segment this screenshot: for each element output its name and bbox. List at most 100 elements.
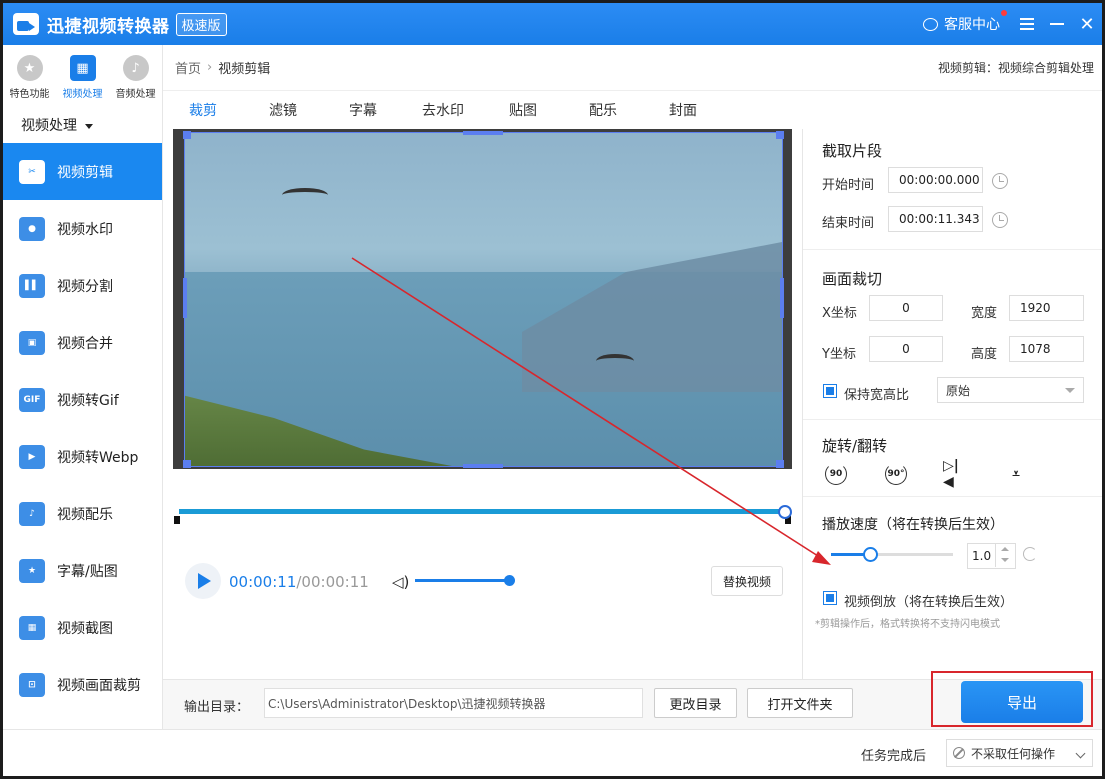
category-video[interactable]: ▦ 视频处理 xyxy=(58,55,108,109)
sidebar-item[interactable]: ▌▌ 视频分割 xyxy=(3,257,162,314)
annotation-highlight-box xyxy=(931,671,1093,727)
flip-horizontal-button[interactable]: ▷|◀ xyxy=(943,458,969,490)
crop-icon: ⊡ xyxy=(19,672,45,697)
timeline-start-marker[interactable] xyxy=(174,516,180,524)
crop-section-title: 画面裁切 xyxy=(822,270,883,288)
crop-handle-left[interactable] xyxy=(183,278,187,318)
sticker-icon: ★ xyxy=(19,558,45,583)
crop-handle-bottom[interactable] xyxy=(463,464,503,468)
sidebar-item-label: 视频转Webp xyxy=(57,449,139,466)
minimize-button[interactable] xyxy=(1042,3,1072,45)
clock-icon[interactable] xyxy=(992,173,1008,189)
crop-handle-top[interactable] xyxy=(463,131,503,135)
time-total: /00:00:11 xyxy=(296,573,369,591)
caret-down-icon xyxy=(1065,388,1075,393)
y-input[interactable]: 0 xyxy=(869,336,943,362)
sidebar-item[interactable]: ▶ 视频转Webp xyxy=(3,428,162,485)
reset-speed-icon[interactable] xyxy=(1023,547,1037,561)
clip-section-title: 截取片段 xyxy=(822,142,883,160)
flip-vertical-button[interactable]: ⩡ xyxy=(1003,462,1029,486)
crop-handle-right[interactable] xyxy=(780,278,784,318)
spin-down-icon[interactable] xyxy=(1001,558,1009,562)
speed-spinner[interactable] xyxy=(995,543,1015,567)
menu-button[interactable] xyxy=(1012,3,1042,45)
sidebar-item[interactable]: ♪ 视频配乐 xyxy=(3,485,162,542)
sidebar-item[interactable]: ▣ 视频合并 xyxy=(3,314,162,371)
sidebar-item[interactable]: GIF 视频转Gif xyxy=(3,371,162,428)
close-button[interactable]: ✕ xyxy=(1072,3,1102,45)
rotate-section-title: 旋转/翻转 xyxy=(822,437,888,455)
screenshot-icon: ▦ xyxy=(19,615,45,640)
volume-slider[interactable] xyxy=(415,579,509,582)
title-bar: 迅捷视频转换器 极速版 客服中心 ✕ xyxy=(3,3,1102,45)
crop-handle-bl[interactable] xyxy=(183,460,191,468)
open-folder-button[interactable]: 打开文件夹 xyxy=(747,688,853,718)
crop-handle-br[interactable] xyxy=(776,460,784,468)
notification-dot xyxy=(1001,10,1007,16)
x-input[interactable]: 0 xyxy=(869,295,943,321)
playhead-knob[interactable] xyxy=(778,505,792,519)
volume-knob[interactable] xyxy=(504,575,515,586)
star-icon: ★ xyxy=(16,55,43,81)
x-label: X坐标 xyxy=(822,306,857,321)
start-time-label: 开始时间 xyxy=(822,178,875,193)
timeline-track[interactable] xyxy=(179,509,789,514)
volume-icon[interactable]: ◁) xyxy=(392,573,409,591)
end-time-input[interactable]: 00:00:11.343 xyxy=(888,206,983,232)
crop-selection-box[interactable] xyxy=(183,131,784,468)
category-audio[interactable]: ♪ 音频处理 xyxy=(111,55,161,109)
speed-slider-knob[interactable] xyxy=(863,547,878,562)
section-divider xyxy=(803,496,1102,497)
editor-tab[interactable]: 贴图 xyxy=(483,100,563,120)
editor-tab[interactable]: 配乐 xyxy=(563,100,643,120)
replace-video-button[interactable]: 替换视频 xyxy=(711,566,783,596)
flip-vertical-icon: ⩡ xyxy=(1012,466,1020,482)
after-task-select[interactable]: 不采取任何操作 xyxy=(946,739,1093,767)
reverse-checkbox[interactable] xyxy=(823,591,837,605)
crop-handle-tr[interactable] xyxy=(776,131,784,139)
width-input[interactable]: 1920 xyxy=(1009,295,1084,321)
clock-icon[interactable] xyxy=(992,212,1008,228)
sidebar-item-label: 视频分割 xyxy=(57,278,113,295)
sidebar-item[interactable]: ▦ 视频截图 xyxy=(3,599,162,656)
crop-handle-tl[interactable] xyxy=(183,131,191,139)
editor-tab[interactable]: 封面 xyxy=(643,100,723,120)
category-featured[interactable]: ★ 特色功能 xyxy=(5,55,55,109)
breadcrumb-home[interactable]: 首页 xyxy=(175,58,201,77)
output-path-field[interactable]: C:\Users\Administrator\Desktop\迅捷视频转换器 xyxy=(264,688,643,718)
sidebar: ★ 特色功能 ▦ 视频处理 ♪ 音频处理 视频处理 ✂ 视频剪辑 ● 视频水印 ▌▌ 视频… xyxy=(3,45,163,729)
watermark-icon: ● xyxy=(19,216,45,241)
sidebar-item[interactable]: ● 视频水印 xyxy=(3,200,162,257)
start-time-input[interactable]: 00:00:00.000 xyxy=(888,167,983,193)
section-divider xyxy=(803,249,1102,250)
ratio-select[interactable]: 原始 xyxy=(937,377,1084,403)
editor-tab[interactable]: 裁剪 xyxy=(163,100,243,120)
dropdown-label: 视频处理 xyxy=(21,118,77,134)
editor-tab[interactable]: 去水印 xyxy=(403,100,483,120)
sidebar-list: ✂ 视频剪辑 ● 视频水印 ▌▌ 视频分割 ▣ 视频合并 GIF 视频转Gif ▶ 视频转Webp ♪ 视… xyxy=(3,143,162,713)
keep-ratio-checkbox[interactable] xyxy=(823,384,837,398)
sidebar-item-label: 视频水印 xyxy=(57,221,113,238)
change-dir-button[interactable]: 更改目录 xyxy=(654,688,737,718)
editor-tab[interactable]: 滤镜 xyxy=(243,100,323,120)
breadcrumb-separator: › xyxy=(207,60,213,75)
sidebar-item[interactable]: ★ 字幕/贴图 xyxy=(3,542,162,599)
sidebar-item[interactable]: ⊡ 视频画面裁剪 xyxy=(3,656,162,713)
rotate-cw-button[interactable]: 90° xyxy=(883,462,909,486)
height-input[interactable]: 1078 xyxy=(1009,336,1084,362)
sidebar-item-label: 视频截图 xyxy=(57,620,113,637)
customer-service-label: 客服中心 xyxy=(944,17,1000,33)
after-task-label: 任务完成后 xyxy=(861,749,927,764)
editor-tab[interactable]: 字幕 xyxy=(323,100,403,120)
play-button[interactable] xyxy=(185,563,221,599)
hamburger-icon xyxy=(1020,18,1034,30)
category-dropdown[interactable]: 视频处理 xyxy=(3,109,162,143)
keep-ratio-label: 保持宽高比 xyxy=(844,388,910,403)
rotate-ccw-button[interactable]: 90 xyxy=(823,462,849,486)
sidebar-item-label: 视频剪辑 xyxy=(57,164,113,181)
sidebar-item[interactable]: ✂ 视频剪辑 xyxy=(3,143,162,200)
spin-up-icon[interactable] xyxy=(1001,547,1009,551)
film-icon: ▦ xyxy=(69,55,96,81)
customer-service-button[interactable]: 客服中心 xyxy=(923,10,1007,34)
rotate-cw-icon xyxy=(885,463,907,485)
